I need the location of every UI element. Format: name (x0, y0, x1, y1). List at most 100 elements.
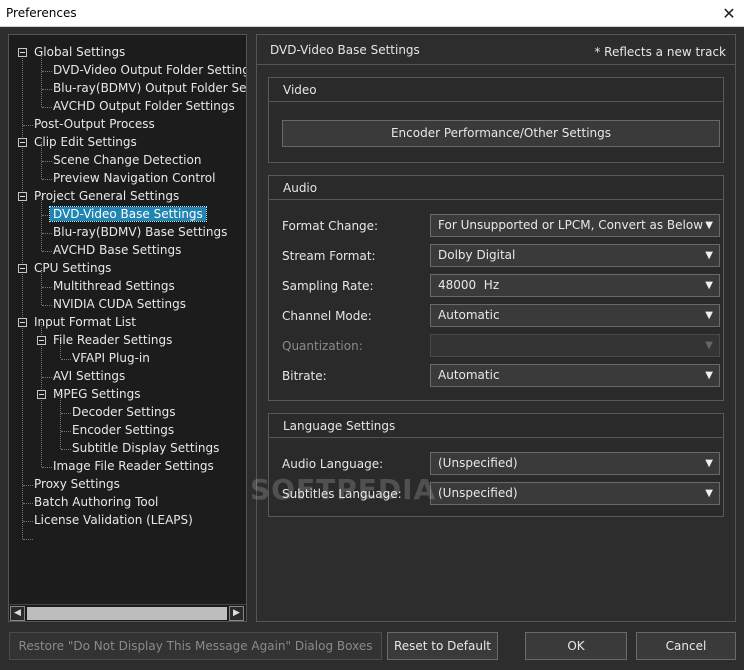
channel-mode-label: Channel Mode: (282, 309, 372, 323)
sampling-rate-select[interactable]: 48000 Hz ▼ (430, 274, 720, 297)
reset-to-default-button[interactable]: Reset to Default (387, 632, 498, 660)
select-value: Automatic (438, 368, 500, 382)
tree-horizontal-scrollbar[interactable]: ◀ ▶ (9, 604, 246, 621)
tree-item-post-output-process[interactable]: Post-Output Process (31, 115, 158, 133)
select-value: Dolby Digital (438, 248, 516, 262)
tree-item-label: DVD-Video Output Folder Settings (53, 63, 246, 77)
collapse-icon[interactable] (37, 336, 46, 345)
cancel-button[interactable]: Cancel (636, 632, 736, 660)
tree-item-label: Project General Settings (34, 189, 180, 203)
dropdown-arrow-icon: ▼ (705, 340, 713, 351)
tree-item-label: AVI Settings (53, 369, 126, 383)
stream-format-select[interactable]: Dolby Digital ▼ (430, 244, 720, 267)
tree-item-avchd-base-settings[interactable]: AVCHD Base Settings (50, 241, 184, 259)
tree-hline (23, 539, 33, 540)
video-group-title: Video (269, 78, 723, 102)
encoder-performance-button[interactable]: Encoder Performance/Other Settings (282, 120, 720, 147)
sampling-rate-label: Sampling Rate: (282, 279, 374, 293)
collapse-icon[interactable] (18, 318, 27, 327)
tree-item-project-general-settings[interactable]: Project General Settings (31, 187, 182, 205)
settings-panel: DVD-Video Base Settings * Reflects a new… (256, 34, 736, 622)
scroll-right-icon[interactable]: ▶ (229, 606, 244, 621)
tree-item-encoder-settings[interactable]: Encoder Settings (69, 421, 177, 439)
collapse-icon[interactable] (18, 48, 27, 57)
scroll-left-icon[interactable]: ◀ (10, 606, 25, 621)
tree-item-subtitle-display-settings[interactable]: Subtitle Display Settings (69, 439, 222, 457)
tree-item-proxy-settings[interactable]: Proxy Settings (31, 475, 123, 493)
language-group-title: Language Settings (269, 414, 723, 438)
tree-item-bluray-output-folder[interactable]: Blu-ray(BDMV) Output Folder Settings (50, 79, 246, 97)
tree-item-label: CPU Settings (34, 261, 112, 275)
format-change-select[interactable]: For Unsupported or LPCM, Convert as Belo… (430, 214, 720, 237)
dropdown-arrow-icon: ▼ (705, 488, 713, 499)
tree-item-label: Preview Navigation Control (53, 171, 216, 185)
dropdown-arrow-icon: ▼ (705, 280, 713, 291)
tree-item-label: Batch Authoring Tool (34, 495, 159, 509)
select-value: For Unsupported or LPCM, Convert as Belo… (438, 218, 704, 232)
tree-item-label: VFAPI Plug-in (72, 351, 150, 365)
tree-item-bluray-base-settings[interactable]: Blu-ray(BDMV) Base Settings (50, 223, 230, 241)
tree-item-avi-settings[interactable]: AVI Settings (50, 367, 128, 385)
subtitles-language-select[interactable]: (Unspecified) ▼ (430, 482, 720, 505)
tree-item-label: Scene Change Detection (53, 153, 202, 167)
dropdown-arrow-icon: ▼ (705, 250, 713, 261)
dropdown-arrow-icon: ▼ (705, 310, 713, 321)
tree-item-label: Decoder Settings (72, 405, 176, 419)
bitrate-label: Bitrate: (282, 369, 327, 383)
dropdown-arrow-icon: ▼ (705, 370, 713, 381)
restore-dialogs-button[interactable]: Restore "Do Not Display This Message Aga… (9, 632, 382, 660)
collapse-icon[interactable] (18, 192, 27, 201)
panel-title: DVD-Video Base Settings (270, 43, 420, 57)
select-value: Automatic (438, 308, 500, 322)
channel-mode-select[interactable]: Automatic ▼ (430, 304, 720, 327)
audio-group-title: Audio (269, 176, 723, 200)
tree-item-label: DVD-Video Base Settings (49, 206, 207, 222)
tree-item-label: Input Format List (34, 315, 136, 329)
tree-item-license-validation[interactable]: License Validation (LEAPS) (31, 511, 196, 529)
audio-language-select[interactable]: (Unspecified) ▼ (430, 452, 720, 475)
tree-item-global-settings[interactable]: Global Settings (31, 43, 128, 61)
tree-item-avchd-output-folder[interactable]: AVCHD Output Folder Settings (50, 97, 238, 115)
scrollbar-thumb[interactable] (27, 607, 227, 620)
tree-item-dvd-output-folder[interactable]: DVD-Video Output Folder Settings (50, 61, 246, 79)
tree-item-file-reader-settings[interactable]: File Reader Settings (50, 331, 175, 349)
quantization-label: Quantization: (282, 339, 363, 353)
collapse-icon[interactable] (37, 390, 46, 399)
tree-item-input-format-list[interactable]: Input Format List (31, 313, 139, 331)
tree-item-label: Encoder Settings (72, 423, 175, 437)
tree-item-label: License Validation (LEAPS) (34, 513, 193, 527)
tree-item-nvidia-cuda-settings[interactable]: NVIDIA CUDA Settings (50, 295, 189, 313)
audio-group: Audio Format Change: For Unsupported or … (268, 175, 724, 401)
tree-item-label: Image File Reader Settings (53, 459, 214, 473)
tree-item-batch-authoring-tool[interactable]: Batch Authoring Tool (31, 493, 161, 511)
tree-item-scene-change-detection[interactable]: Scene Change Detection (50, 151, 204, 169)
tree-item-label: Global Settings (34, 45, 126, 59)
close-icon[interactable]: ✕ (714, 0, 744, 27)
ok-button[interactable]: OK (525, 632, 627, 660)
tree-item-label: AVCHD Base Settings (53, 243, 182, 257)
bitrate-select[interactable]: Automatic ▼ (430, 364, 720, 387)
tree-item-label: Blu-ray(BDMV) Output Folder Settings (53, 81, 246, 95)
tree-item-multithread-settings[interactable]: Multithread Settings (50, 277, 178, 295)
settings-tree: Global Settings DVD-Video Output Folder … (8, 34, 247, 622)
tree-item-label: MPEG Settings (53, 387, 141, 401)
tree-item-vfapi-plugin[interactable]: VFAPI Plug-in (69, 349, 153, 367)
window-title: Preferences (6, 6, 77, 20)
dialog-client: Global Settings DVD-Video Output Folder … (0, 27, 744, 670)
tree-items: Global Settings DVD-Video Output Folder … (9, 35, 246, 603)
language-group: Language Settings Audio Language: (Unspe… (268, 413, 724, 517)
tree-item-cpu-settings[interactable]: CPU Settings (31, 259, 114, 277)
tree-item-label: Post-Output Process (34, 117, 155, 131)
audio-language-label: Audio Language: (282, 457, 384, 471)
tree-item-mpeg-settings[interactable]: MPEG Settings (50, 385, 144, 403)
tree-item-image-file-reader-settings[interactable]: Image File Reader Settings (50, 457, 217, 475)
select-value: (Unspecified) (438, 456, 518, 470)
tree-item-preview-navigation-control[interactable]: Preview Navigation Control (50, 169, 218, 187)
tree-item-clip-edit-settings[interactable]: Clip Edit Settings (31, 133, 140, 151)
tree-item-label: Multithread Settings (53, 279, 175, 293)
tree-item-decoder-settings[interactable]: Decoder Settings (69, 403, 179, 421)
tree-item-dvd-video-base-settings[interactable]: DVD-Video Base Settings (49, 205, 207, 223)
dropdown-arrow-icon: ▼ (705, 220, 713, 231)
collapse-icon[interactable] (18, 264, 27, 273)
collapse-icon[interactable] (18, 138, 27, 147)
